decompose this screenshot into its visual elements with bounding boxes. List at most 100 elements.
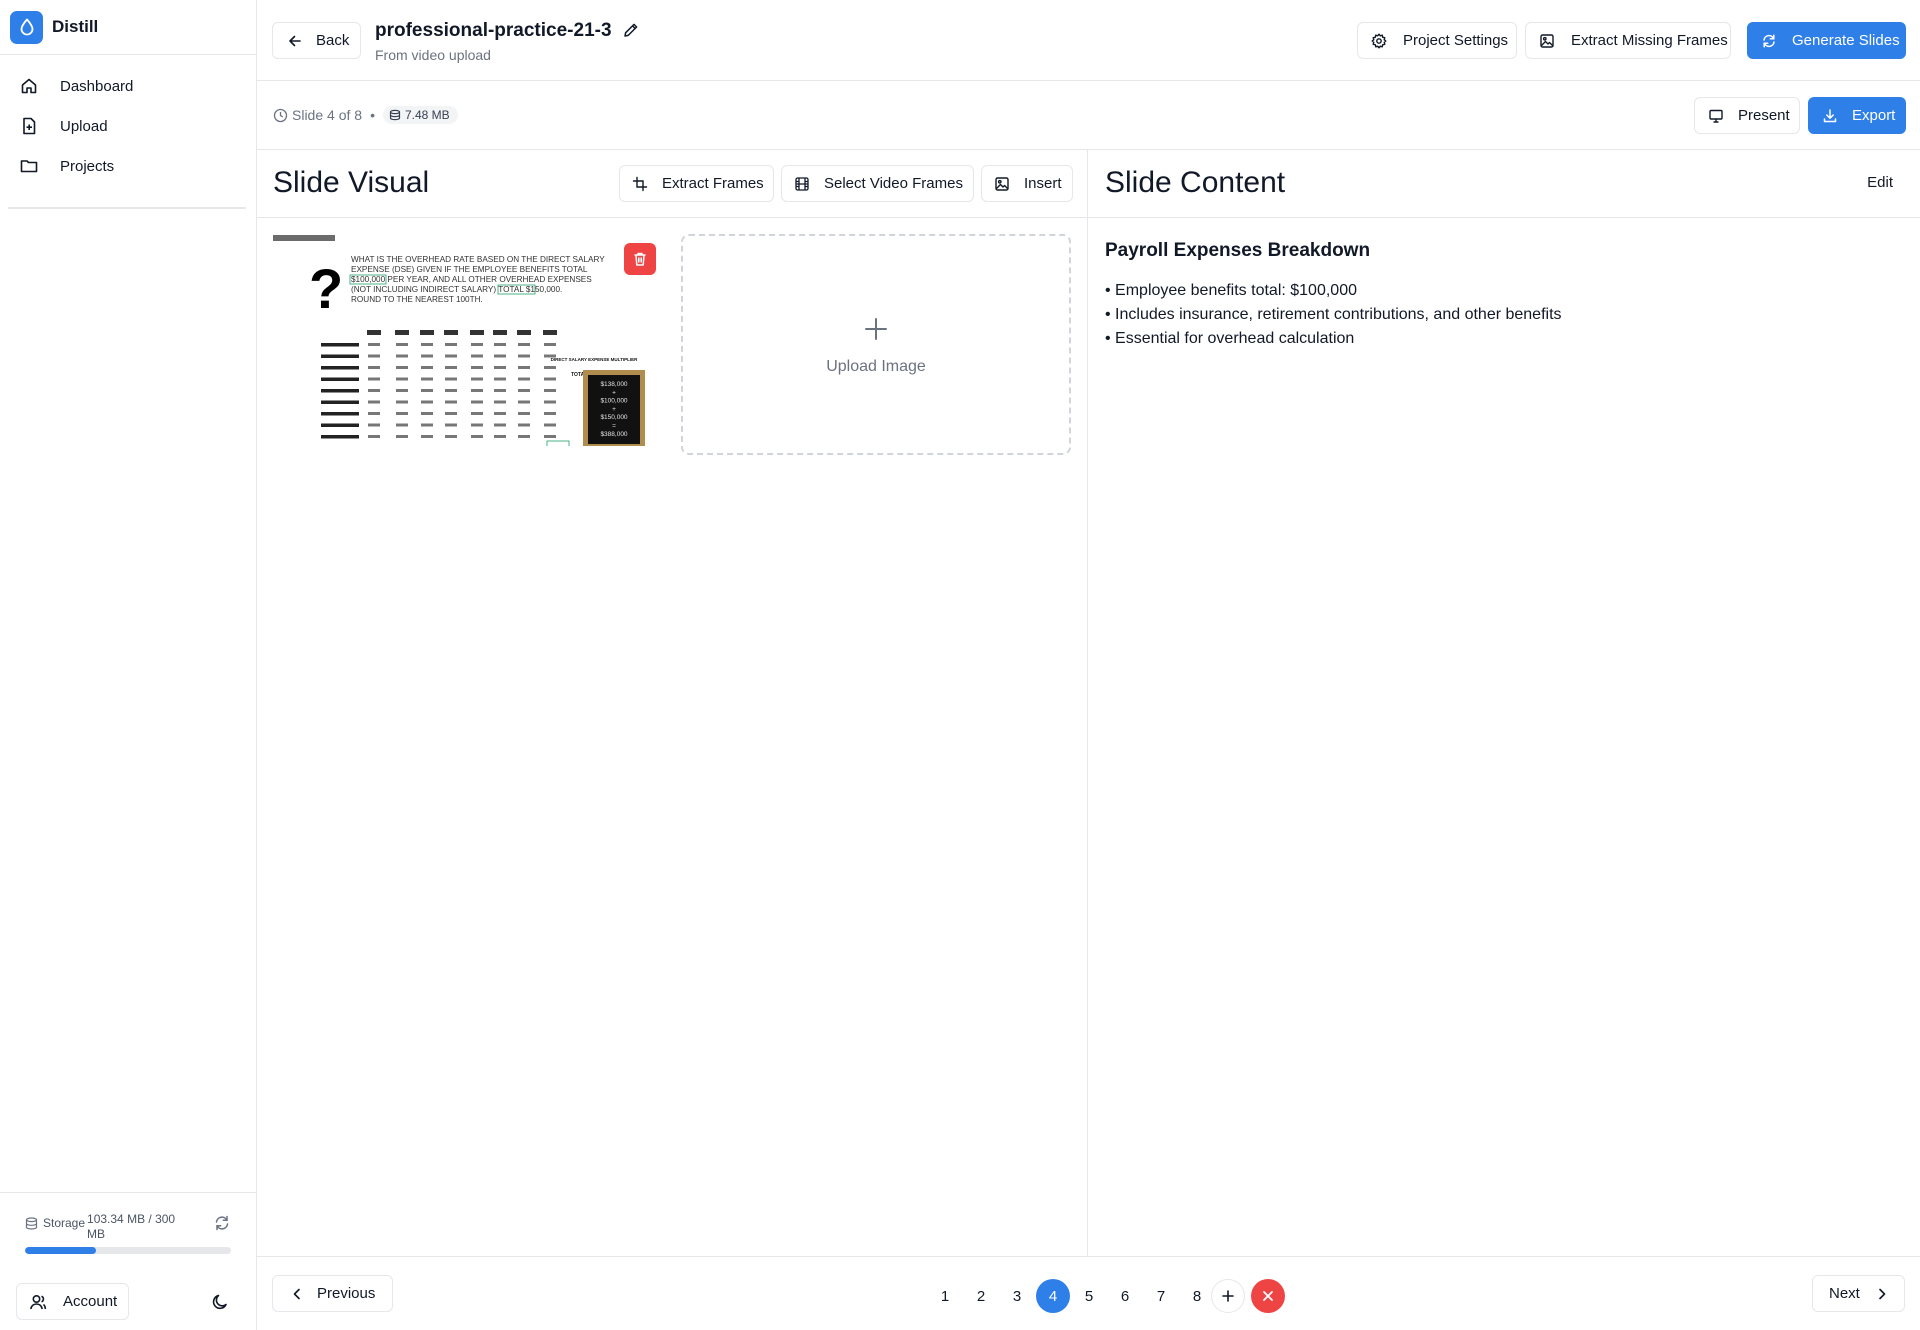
select-video-frames-button[interactable]: Select Video Frames [781, 165, 974, 202]
extract-frames-label: Extract Frames [662, 175, 764, 192]
home-icon [20, 77, 38, 95]
slide-frame-thumbnail[interactable]: ? WHAT IS THE OVERHEAD RATE BASED ON THE… [273, 234, 646, 446]
board-line: $138,000 [600, 381, 627, 388]
chevron-left-icon [289, 1286, 305, 1302]
account-label: Account [63, 1293, 118, 1310]
plus-icon [1221, 1289, 1235, 1303]
question-line: ROUND TO THE NEAREST 100TH. [351, 295, 483, 304]
storage-usage: Storage 103.34 MB / 300 MB [25, 1212, 231, 1241]
board-line: = [612, 423, 616, 430]
question-mark: ? [309, 257, 343, 320]
storage-progress-bar [25, 1247, 231, 1254]
project-header: Back professional-practice-21-3 From vid… [257, 0, 1920, 81]
board-line: $388,000 [600, 431, 627, 438]
question-line: EXPENSE (DSE) GIVEN IF THE EMPLOYEE BENE… [351, 265, 588, 274]
page-number-7[interactable]: 7 [1144, 1279, 1178, 1313]
sidebar-item-label: Dashboard [60, 77, 134, 95]
plus-icon [863, 316, 889, 342]
slide-heading: Payroll Expenses Breakdown [1105, 240, 1371, 261]
page-number-6[interactable]: 6 [1108, 1279, 1142, 1313]
project-settings-button[interactable]: Project Settings [1357, 22, 1517, 59]
upload-image-dropzone[interactable]: Upload Image [681, 234, 1071, 455]
file-size-badge: 7.48 MB [382, 106, 458, 124]
back-button[interactable]: Back [272, 22, 361, 59]
insert-button[interactable]: Insert [981, 165, 1073, 202]
export-label: Export [1852, 107, 1896, 124]
slide-visual-header: Slide Visual Extract Frames Select Video… [257, 150, 1087, 218]
chevron-right-icon [1874, 1286, 1890, 1302]
user-icon [29, 1293, 47, 1311]
board-line: $100,000 [600, 398, 627, 405]
presentation-icon [1708, 108, 1724, 124]
extract-frames-button[interactable]: Extract Frames [619, 165, 774, 202]
add-slide-button[interactable] [1211, 1279, 1245, 1313]
trash-icon [632, 251, 648, 267]
sidebar-item-dashboard[interactable]: Dashboard [10, 67, 246, 105]
folder-icon [20, 157, 38, 175]
edit-button[interactable]: Edit [1867, 174, 1893, 191]
slide-indicator: Slide 4 of 8 • 7.48 MB [273, 106, 458, 124]
account-button[interactable]: Account [16, 1283, 129, 1320]
question-line: (NOT INCLUDING INDIRECT SALARY) TOTAL $1… [351, 285, 562, 294]
slide-toolbar: Slide 4 of 8 • 7.48 MB Present Export [257, 81, 1920, 150]
image-icon [994, 176, 1010, 192]
image-icon [1539, 33, 1555, 49]
delete-frame-button[interactable] [624, 243, 656, 275]
page-number-1[interactable]: 1 [928, 1279, 962, 1313]
moon-icon[interactable] [210, 1292, 230, 1312]
project-settings-label: Project Settings [1403, 32, 1509, 49]
export-button[interactable]: Export [1808, 97, 1906, 134]
page-number-8[interactable]: 8 [1180, 1279, 1214, 1313]
question-line: $100,000 PER YEAR, AND ALL OTHER OVERHEA… [351, 275, 592, 284]
database-icon [25, 1217, 38, 1230]
pencil-icon[interactable] [622, 21, 640, 39]
generate-slides-button[interactable]: Generate Slides [1747, 22, 1906, 59]
frame-table [321, 330, 570, 446]
page-title: professional-practice-21-3 [375, 20, 612, 41]
previous-button[interactable]: Previous [272, 1275, 393, 1312]
sidebar-item-label: Projects [60, 157, 115, 175]
page-number-5[interactable]: 5 [1072, 1279, 1106, 1313]
sidebar: Distill Dashboard Upload Projects Storag… [0, 0, 257, 1330]
board-line: + [612, 406, 616, 413]
previous-label: Previous [317, 1285, 376, 1302]
clock-icon [273, 108, 288, 123]
sidebar-footer: Storage 103.34 MB / 300 MB Account [0, 1192, 256, 1330]
close-icon [1261, 1289, 1275, 1303]
slide-content-title: Slide Content [1105, 166, 1286, 199]
page-number-2[interactable]: 2 [964, 1279, 998, 1313]
generate-slides-label: Generate Slides [1792, 32, 1900, 49]
separator-dot: • [370, 107, 375, 123]
extract-missing-frames-button[interactable]: Extract Missing Frames [1525, 22, 1731, 59]
film-icon [794, 176, 810, 192]
present-label: Present [1738, 107, 1790, 124]
crop-icon [632, 176, 648, 192]
sidebar-item-upload[interactable]: Upload [10, 107, 246, 145]
storage-value: 103.34 MB / 300 MB [87, 1212, 176, 1241]
page-subtitle: From video upload [375, 47, 491, 63]
gear-icon [1371, 33, 1387, 49]
download-icon [1822, 108, 1838, 124]
refresh-icon[interactable] [213, 1214, 231, 1232]
board-line: $150,000 [600, 414, 627, 421]
sidebar-item-label: Upload [60, 117, 108, 135]
slide-visual-panel: Slide Visual Extract Frames Select Video… [257, 150, 1088, 1256]
page-number-4[interactable]: 4 [1036, 1279, 1070, 1313]
delete-slide-button[interactable] [1251, 1279, 1285, 1313]
bullet-item: • Essential for overhead calculation [1105, 330, 1355, 347]
page-number-3[interactable]: 3 [1000, 1279, 1034, 1313]
droplet-icon [10, 10, 43, 44]
present-button[interactable]: Present [1694, 97, 1800, 134]
storage-icon [389, 109, 401, 121]
select-video-frames-label: Select Video Frames [824, 175, 963, 192]
sidebar-item-projects[interactable]: Projects [10, 147, 246, 185]
storage-progress-fill [25, 1247, 96, 1254]
back-label: Back [316, 32, 350, 49]
brand: Distill [0, 0, 256, 55]
next-button[interactable]: Next [1812, 1275, 1905, 1312]
app-name: Distill [52, 17, 99, 36]
storage-label: Storage [43, 1216, 86, 1230]
refresh-icon [1761, 33, 1777, 49]
slide-visual-title: Slide Visual [273, 166, 430, 199]
extract-missing-frames-label: Extract Missing Frames [1571, 32, 1728, 49]
